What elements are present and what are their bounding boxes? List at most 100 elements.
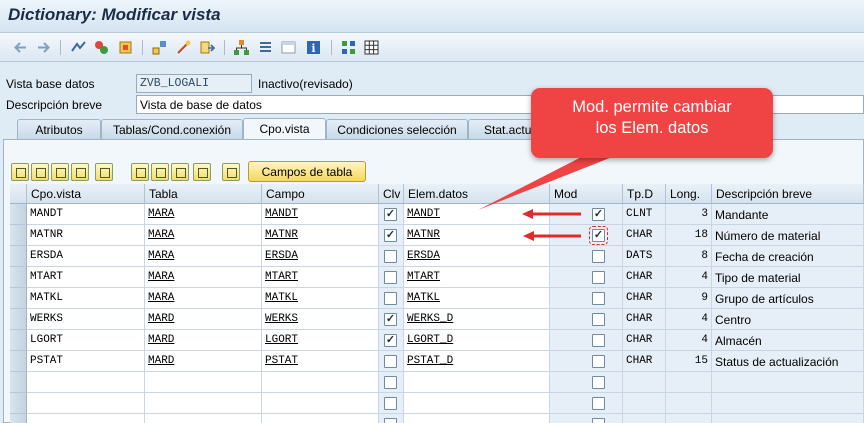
grid-icon[interactable]	[363, 39, 380, 56]
cell-campo[interactable]	[262, 393, 379, 414]
key-checkbox[interactable]	[384, 376, 397, 389]
cell-tabla[interactable]: MARA	[145, 267, 262, 288]
cell-elem-datos[interactable]: MTART	[404, 267, 550, 288]
key-checkbox[interactable]	[384, 418, 397, 423]
cell-elem-datos[interactable]: MATNR	[404, 225, 550, 246]
key-checkbox[interactable]: ✓	[384, 208, 397, 221]
display-change-icon[interactable]	[93, 39, 110, 56]
mod-checkbox[interactable]	[592, 334, 605, 347]
col-tabla[interactable]: Tabla	[145, 184, 262, 204]
info-icon[interactable]: i	[305, 39, 322, 56]
cell-cpo-vista[interactable]: WERKS	[27, 309, 145, 330]
row-selector[interactable]	[10, 351, 27, 372]
row-selector[interactable]	[10, 288, 27, 309]
forward-arrow-icon[interactable]	[35, 39, 52, 56]
key-checkbox[interactable]	[384, 250, 397, 263]
cell-tabla[interactable]: MARD	[145, 351, 262, 372]
move-icon[interactable]	[199, 39, 216, 56]
paste-row-icon[interactable]	[51, 163, 69, 181]
cell-cpo-vista[interactable]: PSTAT	[27, 351, 145, 372]
col-long[interactable]: Long.	[666, 184, 712, 204]
cell-elem-datos[interactable]	[404, 372, 550, 393]
key-checkbox[interactable]: ✓	[384, 229, 397, 242]
cell-cpo-vista[interactable]	[27, 393, 145, 414]
cell-tabla[interactable]: MARA	[145, 246, 262, 267]
cell-cpo-vista[interactable]	[27, 372, 145, 393]
cell-elem-datos[interactable]	[404, 414, 550, 423]
cell-elem-datos[interactable]: PSTAT_D	[404, 351, 550, 372]
insert-row-icon[interactable]	[71, 163, 89, 181]
cut-row-icon[interactable]	[11, 163, 29, 181]
cell-campo[interactable]: LGORT	[262, 330, 379, 351]
cell-tabla[interactable]: MARD	[145, 330, 262, 351]
deselect-all-icon[interactable]	[171, 163, 189, 181]
list-icon[interactable]	[257, 39, 274, 56]
activate-icon[interactable]	[117, 39, 134, 56]
cell-tabla[interactable]: MARA	[145, 204, 262, 225]
tab-stat-actu[interactable]: Stat.actu	[468, 119, 538, 139]
cell-cpo-vista[interactable]	[27, 414, 145, 423]
mod-checkbox[interactable]	[592, 355, 605, 368]
col-elem-datos[interactable]: Elem.datos	[404, 184, 550, 204]
back-arrow-icon[interactable]	[12, 39, 29, 56]
cell-tabla[interactable]: MARA	[145, 288, 262, 309]
row-selector[interactable]	[10, 204, 27, 225]
mod-checkbox[interactable]	[592, 397, 605, 410]
mod-checkbox[interactable]: ✓	[592, 208, 605, 221]
select-block-icon[interactable]	[131, 163, 149, 181]
cell-campo[interactable]: MATNR	[262, 225, 379, 246]
row-selector[interactable]	[10, 393, 27, 414]
select-all-icon[interactable]	[151, 163, 169, 181]
col-mod[interactable]: Mod	[550, 184, 623, 204]
col-cpo-vista[interactable]: Cpo.vista	[27, 184, 145, 204]
generate-icon[interactable]	[175, 39, 192, 56]
cell-elem-datos[interactable]	[404, 393, 550, 414]
col-tp-d[interactable]: Tp.D	[623, 184, 666, 204]
delete-row-icon[interactable]	[95, 163, 113, 181]
key-checkbox[interactable]	[384, 271, 397, 284]
col-campo[interactable]: Campo	[262, 184, 379, 204]
frame-icon[interactable]	[280, 39, 297, 56]
tab-condiciones-seleccion[interactable]: Condiciones selección	[326, 119, 468, 139]
key-checkbox[interactable]	[384, 397, 397, 410]
cell-campo[interactable]: ERSDA	[262, 246, 379, 267]
mod-checkbox[interactable]	[592, 292, 605, 305]
cell-cpo-vista[interactable]: MTART	[27, 267, 145, 288]
copy-row-icon[interactable]	[31, 163, 49, 181]
cell-cpo-vista[interactable]: MATKL	[27, 288, 145, 309]
cell-cpo-vista[interactable]: MANDT	[27, 204, 145, 225]
mod-checkbox[interactable]	[592, 313, 605, 326]
cell-campo[interactable]	[262, 372, 379, 393]
row-selector[interactable]	[10, 309, 27, 330]
cell-campo[interactable]: MTART	[262, 267, 379, 288]
col-clv[interactable]: Clv	[379, 184, 404, 204]
hierarchy-icon[interactable]	[233, 39, 250, 56]
tab-atributos[interactable]: Atributos	[17, 119, 101, 139]
key-checkbox[interactable]: ✓	[384, 313, 397, 326]
key-icon[interactable]	[222, 163, 240, 181]
cell-elem-datos[interactable]: WERKS_D	[404, 309, 550, 330]
mod-checkbox[interactable]	[592, 250, 605, 263]
collapse-icon[interactable]	[193, 163, 211, 181]
cell-elem-datos[interactable]: MANDT	[404, 204, 550, 225]
mod-checkbox[interactable]: ✓	[589, 226, 608, 245]
col-descripcion-breve[interactable]: Descripción breve	[712, 184, 864, 204]
cell-tabla[interactable]	[145, 372, 262, 393]
key-checkbox[interactable]	[384, 292, 397, 305]
cell-campo[interactable]: WERKS	[262, 309, 379, 330]
cell-campo[interactable]: PSTAT	[262, 351, 379, 372]
cell-campo[interactable]: MANDT	[262, 204, 379, 225]
cell-tabla[interactable]	[145, 414, 262, 423]
cell-elem-datos[interactable]: MATKL	[404, 288, 550, 309]
cell-cpo-vista[interactable]: ERSDA	[27, 246, 145, 267]
cell-campo[interactable]: MATKL	[262, 288, 379, 309]
mod-checkbox[interactable]	[592, 376, 605, 389]
cell-elem-datos[interactable]: ERSDA	[404, 246, 550, 267]
cell-tabla[interactable]	[145, 393, 262, 414]
key-checkbox[interactable]: ✓	[384, 334, 397, 347]
cell-tabla[interactable]: MARA	[145, 225, 262, 246]
row-selector[interactable]	[10, 372, 27, 393]
campos-de-tabla-button[interactable]: Campos de tabla	[248, 161, 366, 182]
tab-tablas-cond-conexion[interactable]: Tablas/Cond.conexión	[101, 119, 243, 139]
technical-settings-icon[interactable]	[340, 39, 357, 56]
